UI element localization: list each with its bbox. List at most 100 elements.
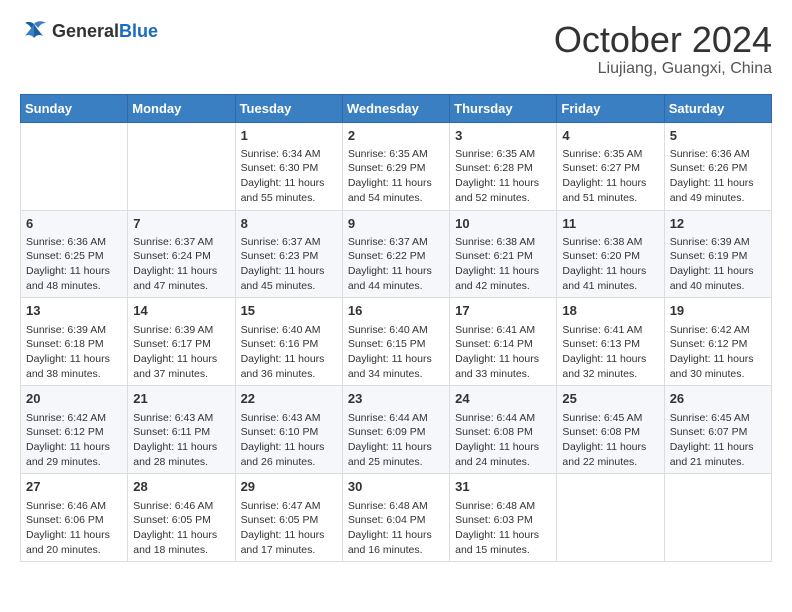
sunset-text: Sunset: 6:16 PM xyxy=(241,337,337,352)
day-number: 2 xyxy=(348,127,444,145)
sunset-text: Sunset: 6:14 PM xyxy=(455,337,551,352)
day-number: 22 xyxy=(241,390,337,408)
daylight-text: Daylight: 11 hours and 20 minutes. xyxy=(26,528,122,557)
sunset-text: Sunset: 6:08 PM xyxy=(562,425,658,440)
daylight-text: Daylight: 11 hours and 24 minutes. xyxy=(455,440,551,469)
calendar-cell xyxy=(21,122,128,210)
sunrise-text: Sunrise: 6:46 AM xyxy=(26,499,122,514)
sunrise-text: Sunrise: 6:36 AM xyxy=(26,235,122,250)
sunrise-text: Sunrise: 6:45 AM xyxy=(562,411,658,426)
sunrise-text: Sunrise: 6:41 AM xyxy=(562,323,658,338)
day-number: 25 xyxy=(562,390,658,408)
day-number: 31 xyxy=(455,478,551,496)
sunrise-text: Sunrise: 6:39 AM xyxy=(26,323,122,338)
daylight-text: Daylight: 11 hours and 51 minutes. xyxy=(562,176,658,205)
daylight-text: Daylight: 11 hours and 33 minutes. xyxy=(455,352,551,381)
sunset-text: Sunset: 6:10 PM xyxy=(241,425,337,440)
calendar-cell: 15Sunrise: 6:40 AMSunset: 6:16 PMDayligh… xyxy=(235,298,342,386)
logo: GeneralBlue xyxy=(20,20,158,42)
sunset-text: Sunset: 6:05 PM xyxy=(241,513,337,528)
daylight-text: Daylight: 11 hours and 30 minutes. xyxy=(670,352,766,381)
calendar-cell xyxy=(557,474,664,562)
calendar-cell: 22Sunrise: 6:43 AMSunset: 6:10 PMDayligh… xyxy=(235,386,342,474)
calendar-cell: 21Sunrise: 6:43 AMSunset: 6:11 PMDayligh… xyxy=(128,386,235,474)
day-number: 30 xyxy=(348,478,444,496)
calendar-week-4: 20Sunrise: 6:42 AMSunset: 6:12 PMDayligh… xyxy=(21,386,772,474)
sunset-text: Sunset: 6:08 PM xyxy=(455,425,551,440)
day-number: 20 xyxy=(26,390,122,408)
calendar-cell: 2Sunrise: 6:35 AMSunset: 6:29 PMDaylight… xyxy=(342,122,449,210)
calendar-cell xyxy=(128,122,235,210)
sunset-text: Sunset: 6:22 PM xyxy=(348,249,444,264)
day-number: 9 xyxy=(348,215,444,233)
calendar-cell: 30Sunrise: 6:48 AMSunset: 6:04 PMDayligh… xyxy=(342,474,449,562)
sunset-text: Sunset: 6:27 PM xyxy=(562,161,658,176)
weekday-header-thursday: Thursday xyxy=(450,94,557,122)
sunset-text: Sunset: 6:23 PM xyxy=(241,249,337,264)
daylight-text: Daylight: 11 hours and 25 minutes. xyxy=(348,440,444,469)
sunrise-text: Sunrise: 6:47 AM xyxy=(241,499,337,514)
day-number: 28 xyxy=(133,478,229,496)
day-number: 21 xyxy=(133,390,229,408)
daylight-text: Daylight: 11 hours and 28 minutes. xyxy=(133,440,229,469)
calendar-cell: 20Sunrise: 6:42 AMSunset: 6:12 PMDayligh… xyxy=(21,386,128,474)
sunrise-text: Sunrise: 6:35 AM xyxy=(348,147,444,162)
sunset-text: Sunset: 6:06 PM xyxy=(26,513,122,528)
daylight-text: Daylight: 11 hours and 48 minutes. xyxy=(26,264,122,293)
sunrise-text: Sunrise: 6:40 AM xyxy=(348,323,444,338)
calendar-week-5: 27Sunrise: 6:46 AMSunset: 6:06 PMDayligh… xyxy=(21,474,772,562)
sunset-text: Sunset: 6:17 PM xyxy=(133,337,229,352)
sunset-text: Sunset: 6:29 PM xyxy=(348,161,444,176)
day-number: 15 xyxy=(241,302,337,320)
sunset-text: Sunset: 6:13 PM xyxy=(562,337,658,352)
day-number: 26 xyxy=(670,390,766,408)
calendar-cell: 12Sunrise: 6:39 AMSunset: 6:19 PMDayligh… xyxy=(664,210,771,298)
weekday-header-wednesday: Wednesday xyxy=(342,94,449,122)
daylight-text: Daylight: 11 hours and 38 minutes. xyxy=(26,352,122,381)
sunset-text: Sunset: 6:04 PM xyxy=(348,513,444,528)
sunset-text: Sunset: 6:24 PM xyxy=(133,249,229,264)
day-number: 1 xyxy=(241,127,337,145)
daylight-text: Daylight: 11 hours and 34 minutes. xyxy=(348,352,444,381)
day-number: 17 xyxy=(455,302,551,320)
day-number: 12 xyxy=(670,215,766,233)
sunrise-text: Sunrise: 6:42 AM xyxy=(26,411,122,426)
sunset-text: Sunset: 6:26 PM xyxy=(670,161,766,176)
sunset-text: Sunset: 6:18 PM xyxy=(26,337,122,352)
calendar-week-1: 1Sunrise: 6:34 AMSunset: 6:30 PMDaylight… xyxy=(21,122,772,210)
weekday-header-tuesday: Tuesday xyxy=(235,94,342,122)
calendar-cell: 6Sunrise: 6:36 AMSunset: 6:25 PMDaylight… xyxy=(21,210,128,298)
calendar-cell: 19Sunrise: 6:42 AMSunset: 6:12 PMDayligh… xyxy=(664,298,771,386)
calendar-cell: 28Sunrise: 6:46 AMSunset: 6:05 PMDayligh… xyxy=(128,474,235,562)
sunrise-text: Sunrise: 6:43 AM xyxy=(241,411,337,426)
calendar-week-3: 13Sunrise: 6:39 AMSunset: 6:18 PMDayligh… xyxy=(21,298,772,386)
sunrise-text: Sunrise: 6:35 AM xyxy=(455,147,551,162)
day-number: 13 xyxy=(26,302,122,320)
calendar-header-row: SundayMondayTuesdayWednesdayThursdayFrid… xyxy=(21,94,772,122)
sunset-text: Sunset: 6:03 PM xyxy=(455,513,551,528)
daylight-text: Daylight: 11 hours and 18 minutes. xyxy=(133,528,229,557)
daylight-text: Daylight: 11 hours and 44 minutes. xyxy=(348,264,444,293)
logo-text: GeneralBlue xyxy=(52,21,158,42)
sunset-text: Sunset: 6:15 PM xyxy=(348,337,444,352)
day-number: 6 xyxy=(26,215,122,233)
day-number: 5 xyxy=(670,127,766,145)
sunrise-text: Sunrise: 6:34 AM xyxy=(241,147,337,162)
calendar-cell: 9 Sunrise: 6:37 AMSunset: 6:22 PMDaylight… xyxy=(342,210,449,298)
sunset-text: Sunset: 6:09 PM xyxy=(348,425,444,440)
calendar-cell: 4Sunrise: 6:35 AMSunset: 6:27 PMDaylight… xyxy=(557,122,664,210)
title-block: October 2024 Liujiang, Guangxi, China xyxy=(554,20,772,78)
month-title: October 2024 xyxy=(554,20,772,60)
sunrise-text: Sunrise: 6:42 AM xyxy=(670,323,766,338)
day-number: 7 xyxy=(133,215,229,233)
sunrise-text: Sunrise: 6:37 AM xyxy=(348,235,444,250)
sunrise-text: Sunrise: 6:39 AM xyxy=(133,323,229,338)
sunrise-text: Sunrise: 6:38 AM xyxy=(562,235,658,250)
daylight-text: Daylight: 11 hours and 37 minutes. xyxy=(133,352,229,381)
day-number: 4 xyxy=(562,127,658,145)
calendar-cell: 5Sunrise: 6:36 AMSunset: 6:26 PMDaylight… xyxy=(664,122,771,210)
calendar-cell: 7Sunrise: 6:37 AMSunset: 6:24 PMDaylight… xyxy=(128,210,235,298)
sunrise-text: Sunrise: 6:45 AM xyxy=(670,411,766,426)
sunrise-text: Sunrise: 6:48 AM xyxy=(348,499,444,514)
sunset-text: Sunset: 6:28 PM xyxy=(455,161,551,176)
